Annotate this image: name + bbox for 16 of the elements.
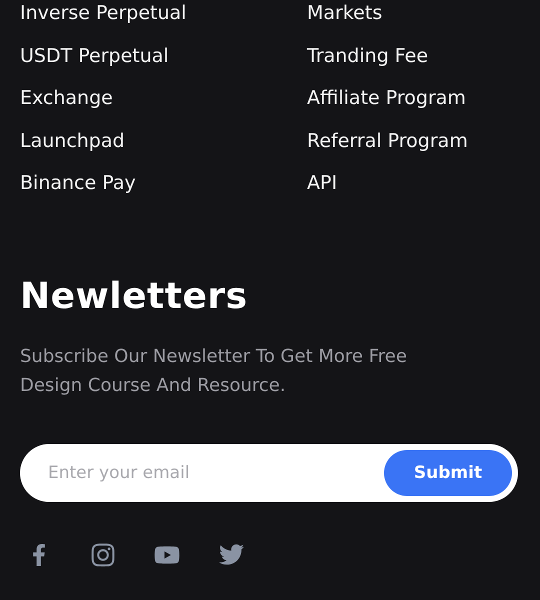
twitter-icon[interactable] [218, 542, 244, 568]
newsletter-title: Newletters [20, 274, 249, 318]
footer-link[interactable]: Launchpad [20, 120, 125, 162]
newsletter-description: Subscribe Our Newsletter To Get More Free Design Course And Resource. [20, 344, 408, 398]
submit-button[interactable]: Submit [384, 450, 512, 496]
footer-link[interactable]: Tranding Fee [307, 34, 428, 77]
footer-link[interactable]: Markets [307, 0, 382, 34]
footer-link[interactable]: API [307, 162, 338, 204]
footer-link[interactable]: Inverse Perpetual [20, 0, 186, 34]
footer-link[interactable]: Exchange [20, 77, 113, 120]
footer-link[interactable]: Binance Pay [20, 162, 136, 204]
footer-link[interactable]: Referral Program [307, 120, 468, 162]
footer-link[interactable]: Affiliate Program [307, 77, 466, 120]
instagram-icon[interactable] [90, 542, 116, 568]
email-field[interactable]: Enter your email Submit [20, 444, 518, 502]
footer-link[interactable]: USDT Perpetual [20, 34, 169, 77]
